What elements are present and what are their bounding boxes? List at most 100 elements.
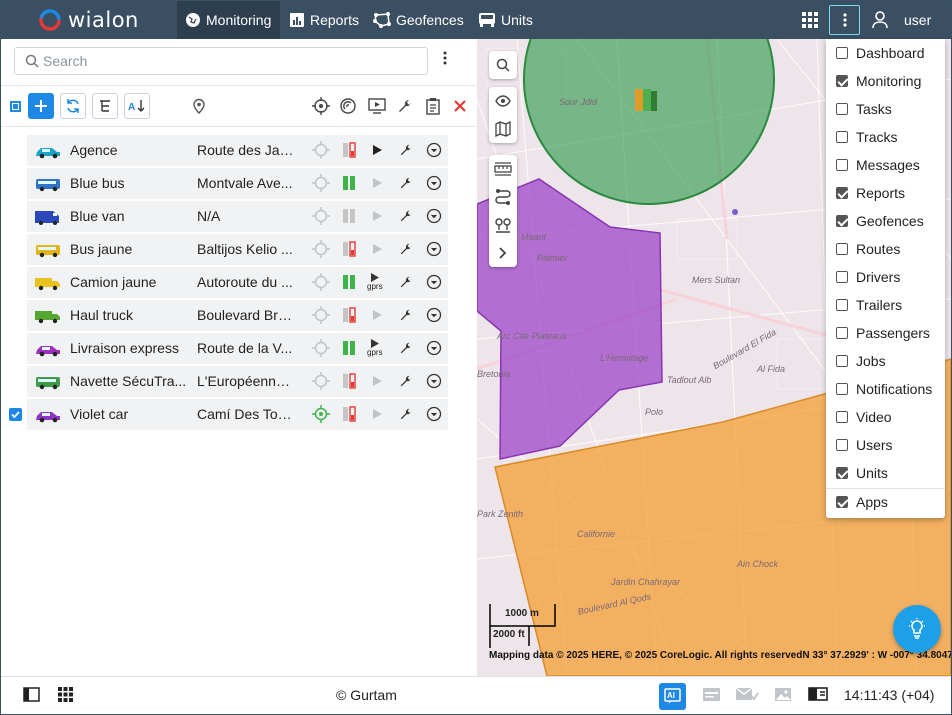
locate-unit-icon[interactable] — [312, 273, 330, 291]
route-button[interactable] — [489, 183, 517, 211]
menu-item-jobs[interactable]: Jobs — [826, 347, 945, 375]
unit-row[interactable]: Bus jaune Baltijos Kelio ... — [27, 234, 448, 265]
messages-footer-button[interactable] — [702, 687, 721, 702]
toggle-panel-button[interactable] — [23, 687, 40, 702]
copyright[interactable]: © Gurtam — [336, 687, 397, 703]
unit-address[interactable]: Montvale Ave... — [197, 175, 294, 191]
unit-menu-chevron-icon[interactable] — [425, 372, 443, 390]
wrench-icon[interactable] — [397, 174, 415, 192]
user-menu-button[interactable] — [871, 1, 889, 39]
unit-checkbox[interactable] — [9, 375, 22, 388]
unit-checkbox[interactable] — [9, 276, 22, 289]
connection-state-icon[interactable]: gprs — [367, 339, 386, 357]
gallery-footer-button[interactable] — [774, 687, 792, 702]
group-tree-button[interactable] — [92, 93, 118, 119]
unit-menu-chevron-icon[interactable] — [425, 174, 443, 192]
unit-name[interactable]: Bus jaune — [70, 241, 192, 257]
unit-menu-chevron-icon[interactable] — [425, 141, 443, 159]
unit-name[interactable]: Navette SécuTra... — [70, 373, 192, 389]
unit-name[interactable]: Agence — [70, 142, 192, 158]
unit-checkbox[interactable] — [9, 342, 22, 355]
unit-name[interactable]: Haul truck — [70, 307, 192, 323]
video-button[interactable] — [366, 95, 388, 117]
menu-checkbox[interactable] — [836, 411, 848, 423]
connection-state-icon[interactable] — [368, 240, 386, 258]
menu-checkbox[interactable] — [836, 75, 848, 87]
unit-name[interactable]: Livraison express — [70, 340, 192, 356]
locate-unit-icon[interactable] — [312, 405, 330, 423]
main-menu-button[interactable] — [829, 5, 860, 35]
menu-checkbox[interactable] — [836, 131, 848, 143]
wrench-icon[interactable] — [397, 273, 415, 291]
menu-item-messages[interactable]: Messages — [826, 151, 945, 179]
connection-state-icon[interactable] — [368, 174, 386, 192]
menu-item-units[interactable]: Units — [826, 459, 945, 487]
sort-button[interactable]: A — [124, 93, 150, 119]
connection-state-button[interactable] — [337, 95, 359, 117]
unit-row[interactable]: Navette SécuTra... L'Européenne, ... — [27, 366, 448, 397]
unit-checkbox[interactable] — [9, 243, 22, 256]
connection-state-icon[interactable] — [368, 372, 386, 390]
panel-more-button[interactable] — [443, 51, 447, 68]
unit-menu-chevron-icon[interactable] — [425, 240, 443, 258]
menu-checkbox[interactable] — [836, 159, 848, 171]
menu-checkbox[interactable] — [836, 383, 848, 395]
menu-checkbox[interactable] — [836, 215, 848, 227]
ai-assistant-button[interactable]: AI — [659, 683, 686, 710]
locate-unit-icon[interactable] — [312, 339, 330, 357]
unit-menu-chevron-icon[interactable] — [425, 405, 443, 423]
unit-address[interactable]: N/A — [197, 208, 294, 224]
menu-item-apps[interactable]: Apps — [826, 488, 945, 516]
unit-address[interactable]: Boulevard Bra... — [197, 307, 294, 323]
wrench-icon[interactable] — [397, 141, 415, 159]
map-layers-button[interactable] — [489, 115, 517, 143]
unit-menu-chevron-icon[interactable] — [425, 339, 443, 357]
menu-checkbox[interactable] — [836, 496, 848, 508]
unit-address[interactable]: Autoroute du ... — [197, 274, 294, 290]
menu-checkbox[interactable] — [836, 271, 848, 283]
commands-button[interactable] — [422, 95, 444, 117]
unit-menu-chevron-icon[interactable] — [425, 273, 443, 291]
search-input[interactable]: Search — [14, 47, 428, 75]
unit-address[interactable]: Route des Jar... — [197, 142, 294, 158]
user-name[interactable]: user — [904, 1, 931, 39]
nav-units[interactable]: Units — [478, 1, 533, 39]
connection-state-icon[interactable] — [368, 207, 386, 225]
menu-item-dashboard[interactable]: Dashboard — [826, 39, 945, 67]
tips-button[interactable] — [893, 605, 941, 653]
apps-grid-button[interactable] — [801, 1, 819, 39]
unit-row[interactable]: Haul truck Boulevard Bra... — [27, 300, 448, 331]
wrench-icon[interactable] — [397, 207, 415, 225]
unit-name[interactable]: Violet car — [70, 406, 192, 422]
connection-state-icon[interactable] — [368, 306, 386, 324]
menu-item-users[interactable]: Users — [826, 431, 945, 459]
unit-row[interactable]: Blue bus Montvale Ave... — [27, 168, 448, 199]
remove-all-button[interactable] — [449, 95, 471, 117]
menu-checkbox[interactable] — [836, 299, 848, 311]
menu-checkbox[interactable] — [836, 47, 848, 59]
locate-unit-icon[interactable] — [312, 207, 330, 225]
menu-item-tasks[interactable]: Tasks — [826, 95, 945, 123]
ruler-button[interactable] — [489, 155, 517, 183]
menu-checkbox[interactable] — [836, 187, 848, 199]
locate-all-button[interactable] — [310, 95, 332, 117]
menu-item-reports[interactable]: Reports — [826, 179, 945, 207]
unit-checkbox[interactable] — [9, 210, 22, 223]
map-visibility-button[interactable] — [489, 87, 517, 115]
notifications-footer-button[interactable] — [735, 687, 759, 702]
unit-name[interactable]: Camion jaune — [70, 274, 192, 290]
distance-button[interactable] — [489, 211, 517, 239]
wrench-icon[interactable] — [397, 405, 415, 423]
address-column-button[interactable] — [188, 95, 210, 117]
wrench-icon[interactable] — [397, 372, 415, 390]
menu-checkbox[interactable] — [836, 243, 848, 255]
connection-state-icon[interactable]: gprs — [367, 273, 386, 291]
unit-row[interactable]: Agence Route des Jar... — [27, 135, 448, 166]
unit-address[interactable]: Route de la V... — [197, 340, 294, 356]
wrench-icon[interactable] — [397, 339, 415, 357]
menu-item-trailers[interactable]: Trailers — [826, 291, 945, 319]
unit-checkbox[interactable] — [9, 144, 22, 157]
menu-item-tracks[interactable]: Tracks — [826, 123, 945, 151]
locate-unit-icon[interactable] — [312, 372, 330, 390]
unit-row[interactable]: Camion jaune Autoroute du ... gprs — [27, 267, 448, 298]
